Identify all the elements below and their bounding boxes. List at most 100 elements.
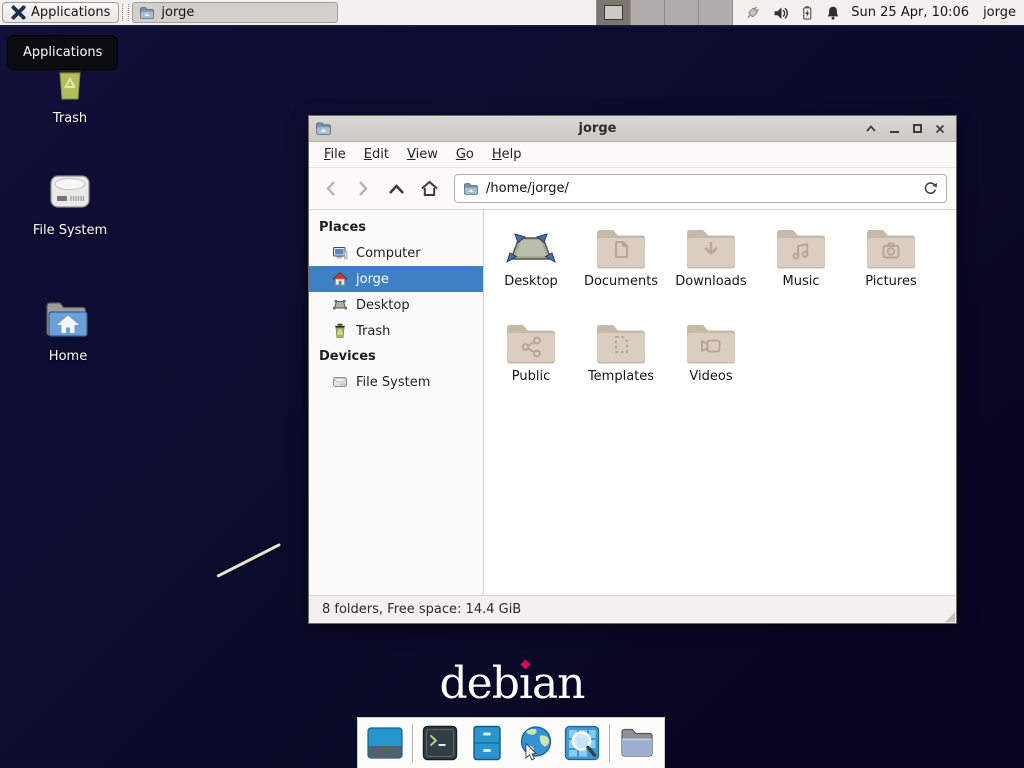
top-panel: Applications jorge [0, 0, 1024, 27]
show-desktop-icon [366, 724, 404, 762]
panel-separator-handle[interactable] [122, 4, 129, 21]
dock-application-finder-button[interactable] [560, 721, 603, 766]
desktop-icon [332, 297, 348, 313]
forward-icon [357, 180, 370, 197]
home-icon [332, 271, 348, 287]
shade-button[interactable] [863, 121, 879, 137]
file-item-videos[interactable]: Videos [666, 319, 756, 414]
sidebar-item-label: Trash [356, 324, 390, 339]
volume-icon[interactable] [773, 5, 789, 21]
file-item-music[interactable]: Music [756, 224, 846, 319]
trash-icon [332, 323, 348, 339]
window-controls [863, 121, 948, 137]
file-item-public[interactable]: Public [486, 319, 576, 414]
desktop-icon-label: Home [49, 349, 87, 364]
sidebar-item-label: jorge [356, 272, 389, 287]
home-button[interactable] [417, 176, 441, 202]
sidebar-item-label: File System [356, 375, 430, 390]
videos-folder-icon [684, 319, 738, 365]
notifications-bell-icon[interactable] [825, 5, 841, 21]
sidebar: Places Computer [309, 210, 484, 595]
reload-icon[interactable] [923, 181, 938, 196]
menu-help[interactable]: Help [483, 144, 531, 165]
close-icon [935, 124, 945, 134]
file-item-label: Desktop [504, 274, 558, 289]
dock [357, 717, 665, 768]
menu-file[interactable]: File [315, 144, 355, 165]
window-titlebar[interactable]: jorge [309, 116, 956, 142]
file-item-pictures[interactable]: Pictures [846, 224, 936, 319]
dock-web-browser-button[interactable] [513, 721, 556, 766]
sidebar-item-computer[interactable]: Computer [309, 240, 483, 266]
removable-media-icon[interactable] [743, 4, 763, 21]
up-button[interactable] [384, 176, 408, 202]
desktop-icon [504, 224, 558, 270]
dock-separator [609, 724, 610, 762]
dock-separator [412, 724, 413, 762]
sidebar-item-desktop[interactable]: Desktop [309, 292, 483, 318]
workspace-window-preview [604, 5, 623, 20]
application-finder-icon [563, 724, 601, 762]
menu-go[interactable]: Go [447, 144, 483, 165]
shade-icon [866, 125, 876, 132]
workspace-2[interactable] [630, 0, 664, 25]
file-item-label: Documents [584, 274, 658, 289]
file-item-desktop[interactable]: Desktop [486, 224, 576, 319]
desktop-icon-label: Trash [53, 111, 87, 126]
sidebar-devices-header: Devices [309, 344, 483, 369]
applications-tooltip: Applications [7, 35, 118, 70]
file-item-label: Music [783, 274, 820, 289]
terminal-icon [421, 724, 459, 762]
sidebar-item-jorge[interactable]: jorge [309, 266, 483, 292]
folder-icon [139, 5, 155, 21]
menubar: File Edit View Go Help [309, 142, 956, 168]
workspace-1[interactable] [596, 0, 630, 25]
minimize-button[interactable] [886, 121, 902, 137]
file-item-documents[interactable]: Documents [576, 224, 666, 319]
maximize-button[interactable] [909, 121, 925, 137]
sidebar-item-trash[interactable]: Trash [309, 318, 483, 344]
desktop-icon-home[interactable]: Home [18, 298, 118, 364]
xfce-menu-icon [11, 5, 26, 20]
dock-terminal-button[interactable] [419, 721, 462, 766]
battery-icon[interactable] [799, 5, 815, 21]
dock-file-manager-button[interactable] [466, 721, 509, 766]
dock-show-desktop-button[interactable] [363, 721, 406, 766]
music-folder-icon [774, 224, 828, 270]
desktop-icon-file-system[interactable]: File System [20, 168, 120, 238]
dock-directory-menu-button[interactable] [616, 721, 659, 766]
path-input[interactable] [486, 181, 916, 196]
resize-grip[interactable] [945, 612, 955, 622]
menu-edit[interactable]: Edit [355, 144, 398, 165]
files-grid: Desktop Documents [484, 210, 956, 414]
web-browser-globe-icon [516, 724, 554, 762]
workspace-pager [596, 0, 733, 25]
public-folder-icon [504, 319, 558, 365]
debian-logo-text: an [532, 658, 585, 709]
minimize-icon [890, 131, 899, 133]
window-body: Places Computer [309, 210, 956, 595]
sidebar-places-header: Places [309, 215, 483, 240]
window-title: jorge [332, 121, 863, 136]
file-item-label: Videos [689, 369, 732, 384]
desktop: Applications jorge [0, 0, 1024, 768]
close-button[interactable] [932, 121, 948, 137]
drive-icon [332, 374, 348, 390]
menu-view[interactable]: View [398, 144, 447, 165]
window-folder-icon [315, 120, 332, 137]
back-button[interactable] [318, 176, 342, 202]
file-item-templates[interactable]: Templates [576, 319, 666, 414]
file-item-label: Templates [588, 369, 654, 384]
workspace-4[interactable] [698, 0, 732, 25]
hard-drive-icon [45, 168, 95, 216]
workspace-3[interactable] [664, 0, 698, 25]
file-item-downloads[interactable]: Downloads [666, 224, 756, 319]
location-bar [454, 174, 947, 203]
location-folder-icon [463, 181, 479, 197]
sidebar-item-file-system[interactable]: File System [309, 369, 483, 395]
taskbar-window-button[interactable]: jorge [132, 2, 338, 23]
sidebar-item-label: Desktop [356, 298, 410, 313]
maximize-icon [913, 124, 922, 133]
applications-menu-button[interactable]: Applications [2, 2, 119, 23]
forward-button[interactable] [351, 176, 375, 202]
